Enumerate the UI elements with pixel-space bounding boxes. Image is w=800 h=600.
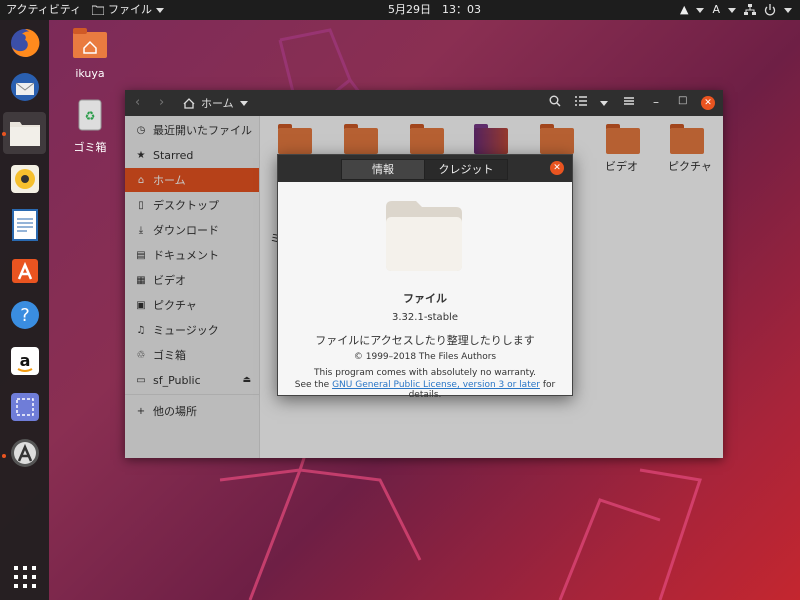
app-menu-label: ファイル [108,3,152,16]
warranty-text: This program comes with absolutely no wa… [313,368,537,378]
chevron-down-icon [156,7,164,13]
about-dialog-header: 情報 クレジット ✕ [278,155,572,182]
search-icon[interactable] [549,95,561,107]
about-dialog: 情報 クレジット ✕ ファイル 3.32.1-stable ファイルにアクセスし… [277,154,573,400]
desktop-icon-home[interactable]: ikuya [60,26,120,80]
chevron-down-icon [696,7,705,13]
updater-icon[interactable] [8,436,42,470]
files-app-icon [386,201,462,271]
show-apps-icon[interactable] [8,560,42,594]
svg-text:?: ? [20,305,30,326]
back-button[interactable]: ‹ [135,95,140,110]
screenshot-icon[interactable] [8,390,42,424]
top-bar: アクティビティ ファイル 5月29日 13：03 ▲ A [0,0,800,20]
tab-info[interactable]: 情報 [341,159,425,180]
close-button[interactable]: ✕ [550,161,564,175]
input-method-indicator[interactable]: A [712,0,720,20]
desktop-icon-label: ikuya [75,67,105,80]
license-link[interactable]: GNU General Public License, version 3 or… [332,380,540,390]
home-folder-icon [73,28,107,58]
license-prefix: See the [294,380,333,390]
system-tray: ▲ A [680,0,792,20]
app-description: ファイルにアクセスしたり整理したりします [315,334,535,347]
help-icon[interactable]: ? [8,298,42,332]
thunderbird-icon[interactable] [8,70,42,104]
copyright: © 1999–2018 The Files Authors [353,352,497,362]
maximize-button[interactable]: □ [678,95,687,106]
software-icon[interactable] [8,252,42,286]
forward-button[interactable]: › [159,95,164,110]
app-menu[interactable]: ファイル [92,0,164,20]
folder-icon [92,5,104,15]
desktop-icon-label: ゴミ箱 [73,141,107,154]
chevron-down-icon [239,100,248,106]
close-button[interactable]: ✕ [701,96,715,110]
menu-icon[interactable] [623,95,635,107]
view-options-chevron-icon[interactable] [600,101,608,106]
path-label: ホーム [201,97,234,110]
license-text: See the GNU General Public License, vers… [278,380,572,400]
network-icon[interactable] [744,4,756,16]
firefox-icon[interactable] [8,26,42,60]
trash-icon: ♻ [78,99,102,131]
list-view-icon[interactable] [575,95,587,107]
rhythmbox-icon[interactable] [8,162,42,196]
running-indicator [2,132,6,136]
power-icon[interactable] [764,4,776,16]
files-headerbar: ‹ › ホーム – □ ✕ [125,90,723,116]
chevron-down-icon [784,7,792,13]
home-icon [183,97,195,109]
desktop-icon-trash[interactable]: ♻ ゴミ箱 [60,98,120,155]
dock: ? a [0,20,49,600]
files-icon[interactable] [8,116,42,150]
app-name: ファイル [403,292,447,305]
activities-button[interactable]: アクティビティ [6,0,81,20]
minimize-button[interactable]: – [653,95,659,109]
svg-text:a: a [20,351,31,370]
app-version: 3.32.1-stable [392,312,458,323]
accessibility-icon[interactable]: ▲ [680,0,688,20]
path-bar-home[interactable]: ホーム [183,95,248,111]
amazon-icon[interactable]: a [8,344,42,378]
chevron-down-icon [728,7,736,13]
writer-icon[interactable] [8,208,42,242]
running-indicator [2,454,6,458]
tab-credits[interactable]: クレジット [424,159,508,180]
svg-text:♻: ♻ [85,109,96,123]
about-content: ファイル 3.32.1-stable ファイルにアクセスしたり整理したりします … [278,182,572,400]
clock[interactable]: 5月29日 13：03 [388,0,481,20]
